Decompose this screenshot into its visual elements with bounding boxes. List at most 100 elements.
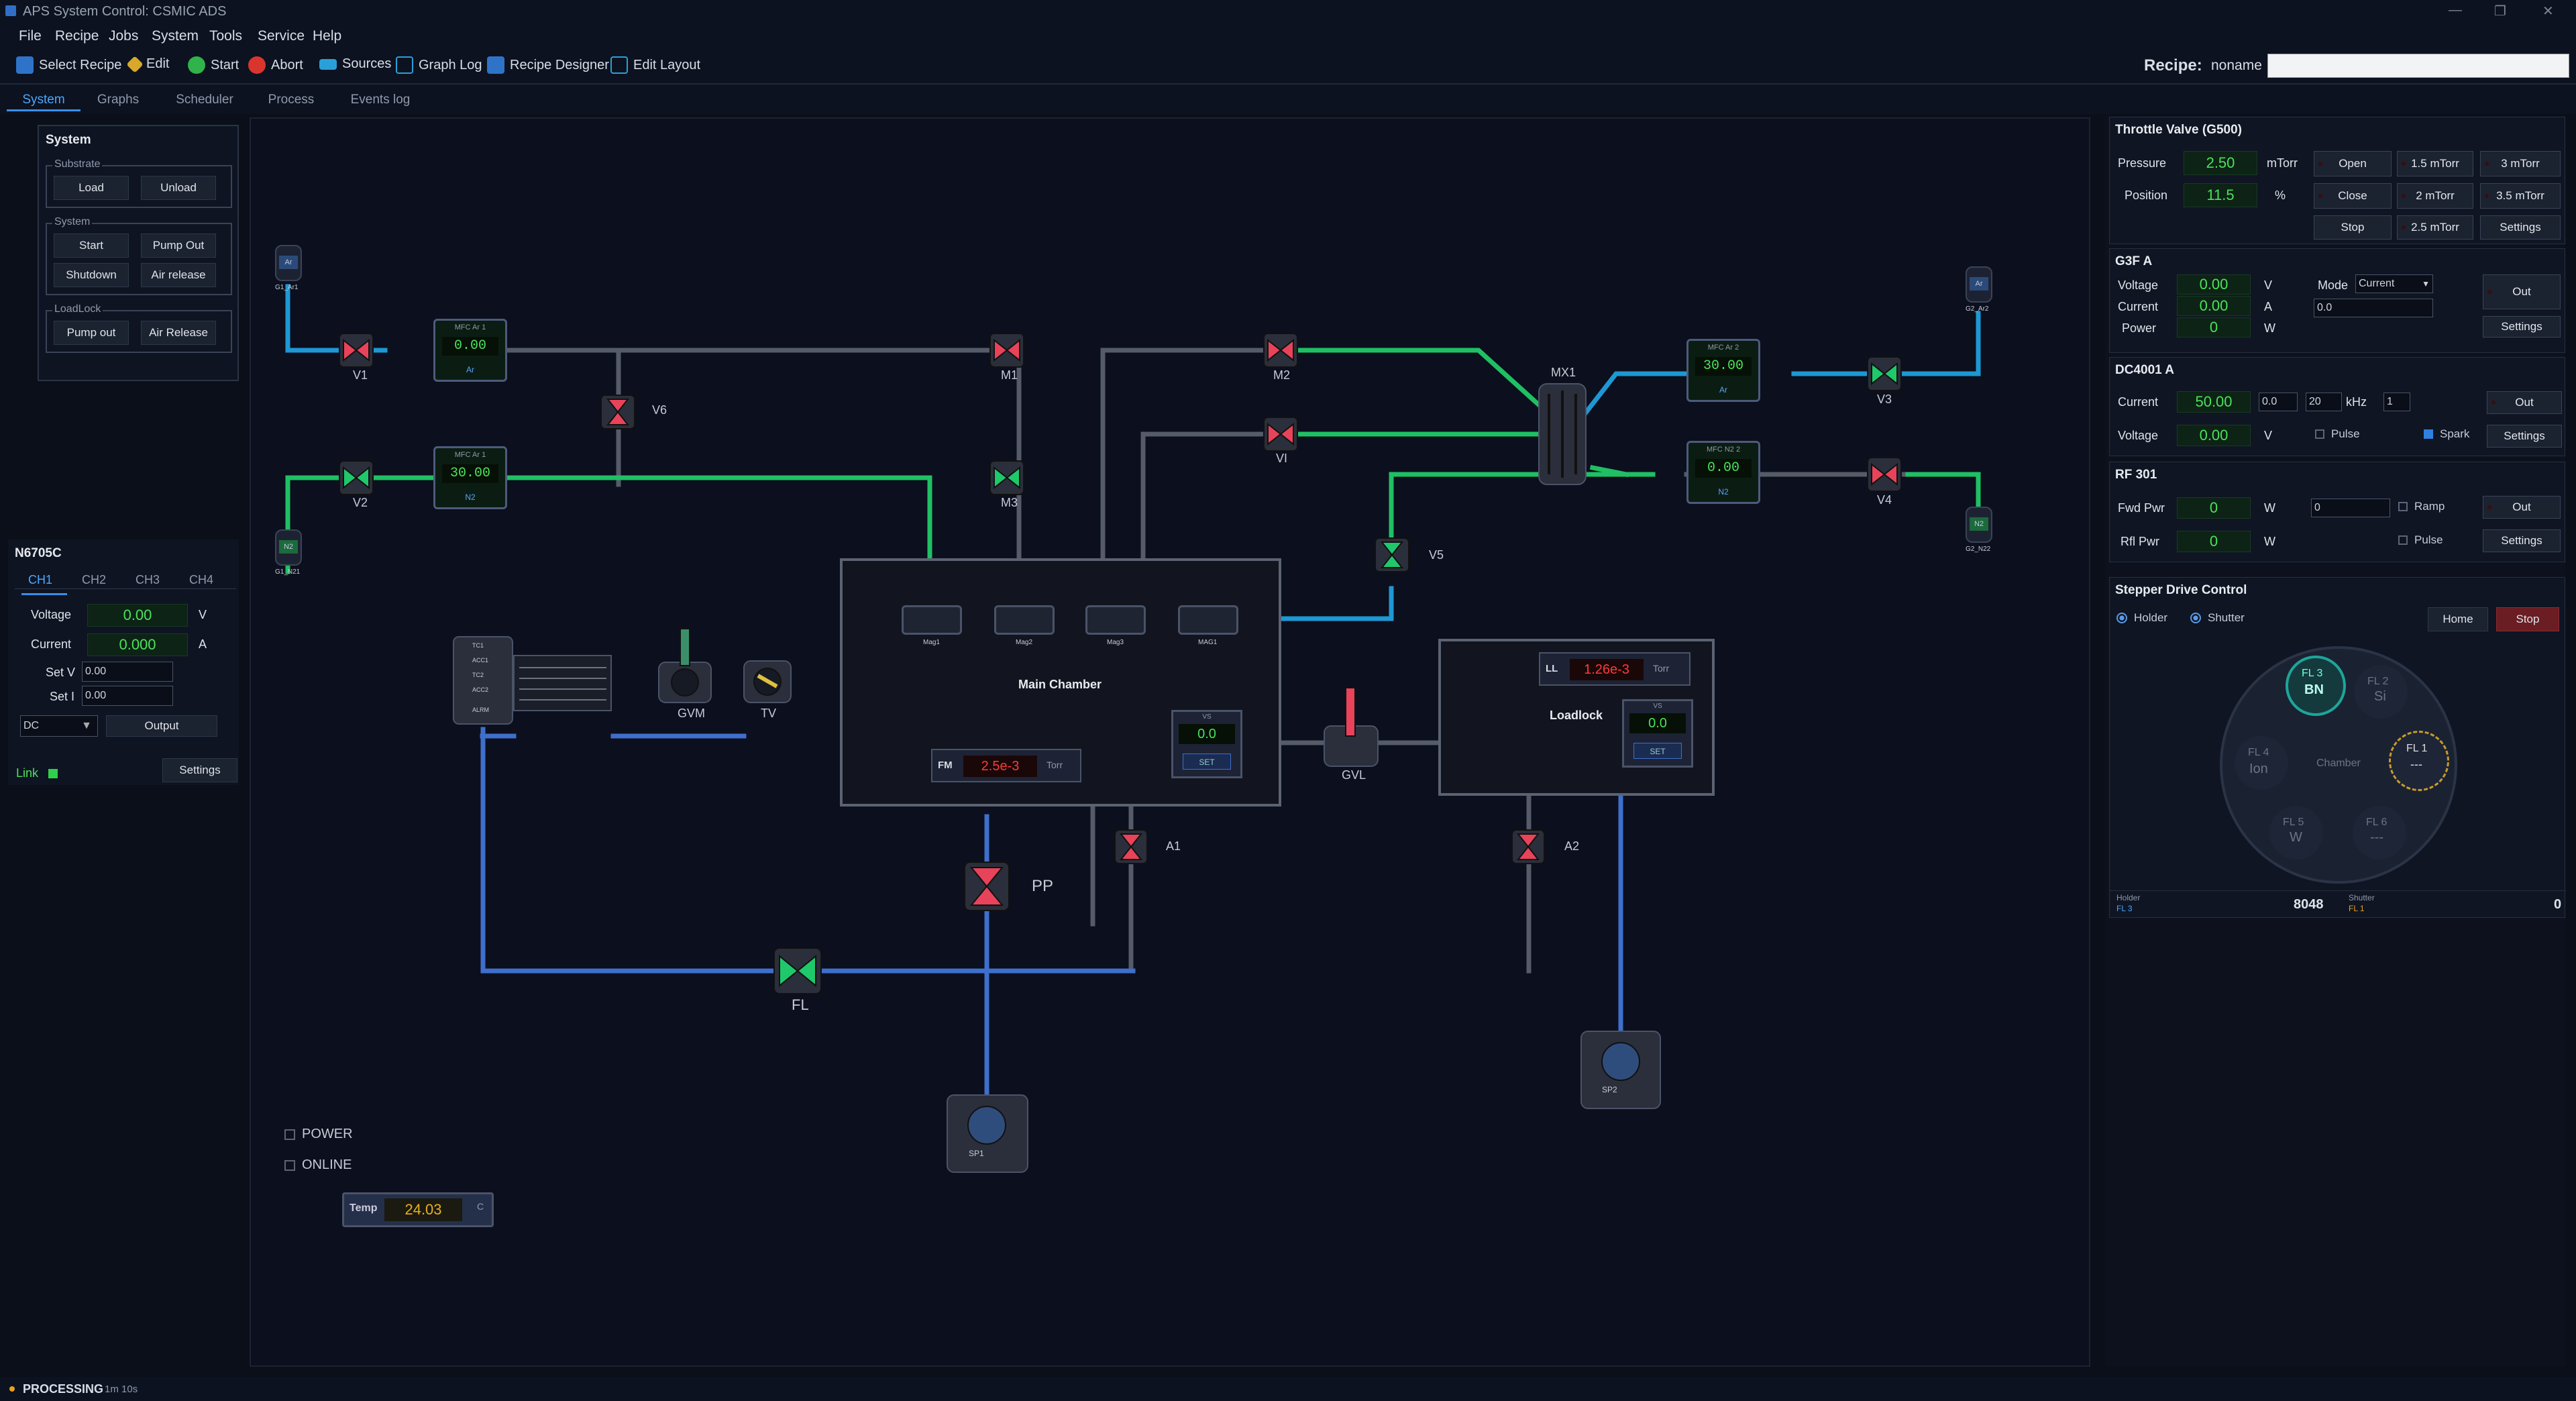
valve-fl-label[interactable]: FL bbox=[792, 996, 809, 1014]
edit-button[interactable]: Edit bbox=[126, 55, 169, 73]
loadlock-pump-out-button[interactable]: Pump out bbox=[54, 321, 129, 345]
valve-v5-label[interactable]: V5 bbox=[1429, 548, 1444, 562]
shutter-radio[interactable]: Shutter bbox=[2190, 611, 2245, 625]
gas-cylinder-ar2[interactable]: Ar bbox=[1966, 266, 1992, 303]
valve-v3-label[interactable]: V3 bbox=[1877, 393, 1892, 407]
stepper-stop-button[interactable]: Stop bbox=[2496, 607, 2559, 631]
rf301-setpoint-input[interactable]: 0 bbox=[2311, 499, 2390, 517]
valve-m1-label[interactable]: M1 bbox=[1001, 368, 1018, 382]
rf301-settings-button[interactable]: Settings bbox=[2483, 529, 2561, 552]
pump-sp1-label[interactable]: SP1 bbox=[969, 1149, 984, 1158]
valve-a2-label[interactable]: A2 bbox=[1564, 839, 1579, 853]
rf301-ramp-checkbox[interactable]: Ramp bbox=[2398, 500, 2445, 513]
mfc-ar2[interactable]: MFC Ar 2 30.00 Ar bbox=[1686, 339, 1760, 402]
minimize-button[interactable]: — bbox=[2449, 3, 2462, 18]
valve-m3-label[interactable]: M3 bbox=[1001, 496, 1018, 510]
edit-layout-button[interactable]: Edit Layout bbox=[610, 56, 700, 74]
power-checkbox[interactable]: POWER bbox=[284, 1127, 353, 1142]
pump-sp2-label[interactable]: SP2 bbox=[1602, 1085, 1617, 1094]
mag3-source[interactable] bbox=[1085, 605, 1146, 635]
mag1b-source[interactable] bbox=[1178, 605, 1238, 635]
mfc-n2-1[interactable]: MFC Ar 1 30.00 N2 bbox=[433, 446, 507, 509]
tab-process[interactable]: Process bbox=[258, 89, 325, 111]
mag2-source[interactable] bbox=[994, 605, 1055, 635]
home-button[interactable]: Home bbox=[2428, 607, 2488, 631]
tab-scheduler[interactable]: Scheduler bbox=[168, 89, 241, 111]
close-valve-button[interactable]: Close bbox=[2314, 183, 2392, 209]
valve-a1-label[interactable]: A1 bbox=[1166, 839, 1181, 853]
ll-vs-set-button[interactable]: SET bbox=[1633, 743, 1682, 759]
gvm-label[interactable]: GVM bbox=[678, 707, 705, 721]
unload-button[interactable]: Unload bbox=[141, 176, 216, 200]
valve-v1-label[interactable]: V1 bbox=[353, 368, 368, 382]
dc4001-pulse-checkbox[interactable]: Pulse bbox=[2315, 427, 2360, 441]
valve-v6-label[interactable]: V6 bbox=[652, 403, 667, 417]
tab-events-log[interactable]: Events log bbox=[343, 89, 417, 111]
menu-help[interactable]: Help bbox=[313, 28, 341, 44]
preset-2-button[interactable]: 2 mTorr bbox=[2397, 183, 2473, 209]
preset-1-5-button[interactable]: 1.5 mTorr bbox=[2397, 151, 2473, 176]
rf301-out-button[interactable]: Out bbox=[2483, 496, 2561, 519]
maximize-button[interactable]: ❐ bbox=[2494, 3, 2506, 19]
dc4001-settings-button[interactable]: Settings bbox=[2487, 425, 2562, 448]
main-vs-gauge[interactable]: VS 0.0 SET bbox=[1171, 710, 1242, 778]
tv-label[interactable]: TV bbox=[761, 707, 776, 721]
menu-file[interactable]: File bbox=[19, 28, 42, 44]
menu-recipe[interactable]: Recipe bbox=[55, 28, 99, 44]
tab-ch2[interactable]: CH2 bbox=[82, 573, 106, 587]
gvl-label[interactable]: GVL bbox=[1342, 768, 1366, 782]
tab-ch3[interactable]: CH3 bbox=[136, 573, 160, 587]
rf301-pulse-checkbox[interactable]: Pulse bbox=[2398, 533, 2443, 547]
stop-valve-button[interactable]: Stop bbox=[2314, 215, 2392, 240]
loadlock-chamber[interactable]: LL 1.26e-3 Torr Loadlock VS 0.0 SET bbox=[1438, 639, 1715, 796]
gas-cylinder-n2-1[interactable]: N2 bbox=[275, 529, 302, 566]
menu-jobs[interactable]: Jobs bbox=[109, 28, 138, 44]
fm-gauge[interactable]: FM 2.5e-3 Torr bbox=[931, 749, 1081, 782]
g3f-out-button[interactable]: Out bbox=[2483, 274, 2561, 309]
valve-pp-label[interactable]: PP bbox=[1032, 877, 1053, 896]
valve-v2-label[interactable]: V2 bbox=[353, 496, 368, 510]
throttle-settings-button[interactable]: Settings bbox=[2480, 215, 2561, 240]
setv-input[interactable]: 0.00 bbox=[82, 662, 173, 682]
preset-2-5-button[interactable]: 2.5 mTorr bbox=[2397, 215, 2473, 240]
start-button[interactable]: Start bbox=[188, 56, 239, 74]
ll-gauge[interactable]: LL 1.26e-3 Torr bbox=[1539, 652, 1690, 686]
valve-vi-label[interactable]: VI bbox=[1276, 452, 1287, 466]
main-chamber[interactable]: Mag1 Mag2 Mag3 MAG1 Main Chamber FM 2.5e… bbox=[840, 558, 1281, 807]
main-vs-set-button[interactable]: SET bbox=[1183, 754, 1231, 770]
abort-button[interactable]: Abort bbox=[248, 56, 303, 74]
dc4001-input-1[interactable]: 0.0 bbox=[2259, 393, 2298, 411]
menu-service[interactable]: Service bbox=[258, 28, 305, 44]
tab-ch1[interactable]: CH1 bbox=[28, 573, 52, 587]
g3f-setpoint-input[interactable]: 0.0 bbox=[2314, 299, 2433, 317]
mfc-n2-2[interactable]: MFC N2 2 0.00 N2 bbox=[1686, 441, 1760, 504]
mode-select[interactable]: DC ▼ bbox=[20, 715, 98, 737]
ll-vs-gauge[interactable]: VS 0.0 SET bbox=[1622, 699, 1693, 768]
select-recipe-button[interactable]: Select Recipe bbox=[16, 56, 121, 74]
recipe-designer-button[interactable]: Recipe Designer bbox=[487, 56, 609, 74]
g3f-mode-select[interactable]: Current ▼ bbox=[2355, 274, 2433, 293]
valve-v4-label[interactable]: V4 bbox=[1877, 493, 1892, 507]
recipe-field[interactable] bbox=[2267, 54, 2569, 78]
open-button[interactable]: Open bbox=[2314, 151, 2392, 176]
mfc-ar1[interactable]: MFC Ar 1 0.00 Ar bbox=[433, 319, 507, 382]
preset-3-5-button[interactable]: 3.5 mTorr bbox=[2480, 183, 2561, 209]
gas-cylinder-ar1[interactable]: Ar bbox=[275, 245, 302, 281]
close-button[interactable]: ✕ bbox=[2542, 3, 2554, 19]
menu-tools[interactable]: Tools bbox=[209, 28, 242, 44]
dc4001-out-button[interactable]: Out bbox=[2487, 391, 2562, 414]
load-button[interactable]: Load bbox=[54, 176, 129, 200]
dc4001-spark-checkbox[interactable]: Spark bbox=[2424, 427, 2469, 441]
graph-log-button[interactable]: Graph Log bbox=[396, 56, 482, 74]
sources-button[interactable]: Sources bbox=[319, 56, 391, 72]
g3f-settings-button[interactable]: Settings bbox=[2483, 316, 2561, 338]
preset-3-button[interactable]: 3 mTorr bbox=[2480, 151, 2561, 176]
shutdown-button[interactable]: Shutdown bbox=[54, 263, 129, 287]
psu-settings-button[interactable]: Settings bbox=[162, 758, 237, 782]
dc4001-input-2[interactable]: 20 bbox=[2306, 393, 2342, 411]
air-release-button[interactable]: Air release bbox=[141, 263, 216, 287]
pump-out-button[interactable]: Pump Out bbox=[141, 234, 216, 258]
menu-system[interactable]: System bbox=[152, 28, 199, 44]
output-button[interactable]: Output bbox=[106, 715, 217, 737]
dc4001-input-3[interactable]: 1 bbox=[2383, 393, 2410, 411]
